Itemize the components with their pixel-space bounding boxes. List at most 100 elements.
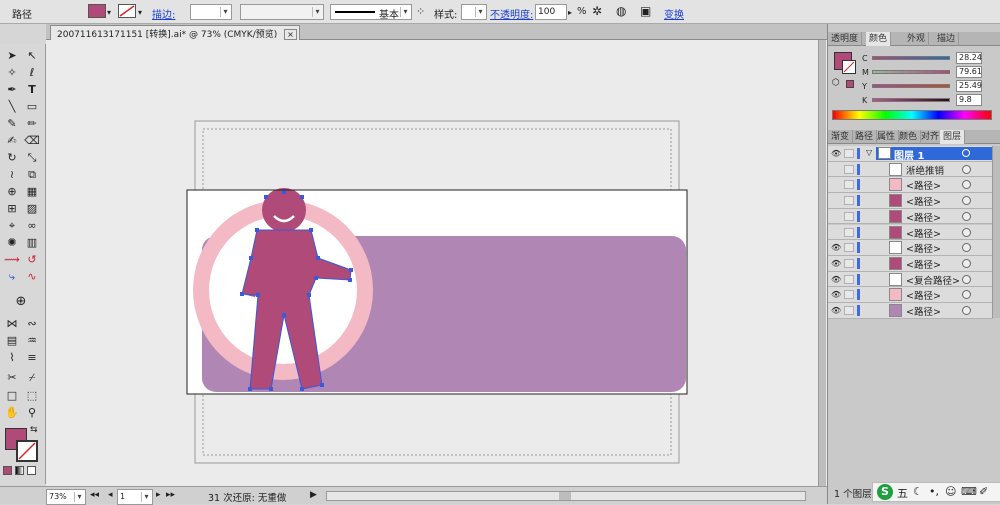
scissors-tool-icon[interactable]: ✂ (3, 370, 21, 386)
target-icon[interactable] (962, 274, 971, 284)
column-graph-tool-icon[interactable]: ▥ (23, 235, 41, 251)
gamut-color-chip[interactable] (846, 80, 854, 88)
first-artboard-icon[interactable]: ◂◂ (90, 490, 99, 500)
eye-icon[interactable]: 👁 (831, 149, 841, 158)
stroke-link[interactable]: 描边: (152, 6, 175, 21)
tab-transparency[interactable]: 透明度 (828, 32, 863, 46)
color-stroke-swatch[interactable] (842, 60, 856, 74)
lock-toggle[interactable] (844, 211, 854, 221)
lock-toggle[interactable] (844, 196, 854, 206)
layer-item-row[interactable]: <路径> (828, 224, 993, 241)
close-tab-icon[interactable]: × (284, 29, 297, 40)
artboard-number-field[interactable]: 1 ▾ (117, 489, 153, 505)
scale-tool-icon[interactable]: ⤡ (23, 150, 41, 166)
smooth-tool-icon[interactable]: ∿ (23, 269, 41, 285)
none-mode-icon[interactable] (27, 466, 36, 475)
lock-toggle[interactable] (844, 149, 854, 158)
brush-definition-dropdown[interactable]: 基本 ▾ (330, 4, 412, 21)
layers-scrollbar[interactable] (992, 146, 1000, 318)
artboard-tool-icon[interactable]: ⋈ (3, 316, 21, 332)
lock-toggle[interactable] (844, 274, 854, 284)
eye-icon[interactable]: 👁 (831, 290, 841, 299)
fill-dropdown-arrow[interactable]: ▾ (107, 8, 111, 17)
magenta-value[interactable]: 79.61 (956, 66, 982, 78)
reshape-tool-icon[interactable]: ↺ (23, 252, 41, 268)
eye-icon[interactable]: 👁 (831, 306, 841, 315)
gradient-mode-icon[interactable] (15, 466, 24, 475)
free-transform-tool-icon[interactable]: ⧉ (23, 167, 41, 183)
selection-tool-icon[interactable]: ➤ (3, 48, 21, 64)
lock-toggle[interactable] (844, 258, 854, 268)
tab-gradient[interactable]: 渐变 (828, 130, 854, 144)
lasso-tool-icon[interactable]: ℓ (23, 65, 41, 81)
layer-item-row[interactable]: 👁 <路径> (828, 255, 993, 272)
mesh-tool-icon[interactable]: ⊞ (3, 201, 21, 217)
sogou-logo-icon[interactable]: S (877, 484, 893, 500)
opacity-dropdown-arrow[interactable]: ▸ (568, 8, 572, 17)
eraser-tool-icon[interactable]: ⌫ (23, 133, 41, 149)
opacity-link[interactable]: 不透明度: (490, 6, 533, 21)
align-tool-icon[interactable]: ≡ (23, 350, 41, 366)
pen-tool-icon[interactable]: ✒ (3, 82, 21, 98)
target-icon[interactable] (962, 290, 971, 300)
layer-item-row[interactable]: <路径> (828, 208, 993, 225)
print-tiling-tool-icon[interactable]: ⬚ (23, 388, 41, 404)
prev-artboard-icon[interactable]: ◂ (108, 490, 113, 500)
swap-fill-stroke-icon[interactable]: ⇆ (30, 425, 38, 435)
line-tool-icon[interactable]: ╲ (3, 99, 21, 115)
paintbrush-tool-icon[interactable]: ✎ (3, 116, 21, 132)
width-tool-icon[interactable]: ⟿ (3, 252, 21, 268)
lock-toggle[interactable] (844, 227, 854, 237)
layer-item-row[interactable]: 👁 <路径> (828, 303, 993, 319)
next-artboard-icon[interactable]: ▸ (156, 490, 161, 500)
target-icon[interactable] (962, 196, 971, 206)
rotate-tool-icon[interactable]: ↻ (3, 150, 21, 166)
eye-icon[interactable]: 👁 (831, 259, 841, 268)
layer-item-row[interactable]: <路径> (828, 177, 993, 194)
stroke-weight-field[interactable]: ▾ (190, 4, 232, 20)
lock-toggle[interactable] (844, 290, 854, 300)
wrench-icon[interactable]: ✐ (979, 485, 988, 498)
document-tab[interactable]: 200711613171151 [转换].ai* @ 73% (CMYK/预览)… (50, 25, 300, 40)
symbol-sprayer-tool-icon[interactable]: ✺ (3, 235, 21, 251)
warp-tool-icon[interactable]: ≀ (3, 167, 21, 183)
yellow-value[interactable]: 25.49 (956, 80, 982, 92)
eye-icon[interactable]: 👁 (831, 275, 841, 284)
lock-toggle[interactable] (844, 243, 854, 253)
target-icon[interactable] (962, 211, 971, 221)
type-tool-icon[interactable]: T (23, 82, 41, 98)
perspective-grid-tool-icon[interactable]: ▦ (23, 184, 41, 200)
ime-mode[interactable]: 五 (897, 485, 908, 501)
out-of-gamut-icon[interactable]: ⬡ (832, 78, 840, 88)
tab-stroke[interactable]: 描边 (934, 32, 960, 46)
layer-target-icon[interactable] (962, 149, 970, 157)
variable-width-profile[interactable]: ▾ (240, 4, 324, 20)
blend-tool-icon[interactable]: ∞ (23, 218, 41, 234)
moon-icon[interactable]: ☾ (913, 485, 923, 498)
magenta-slider[interactable] (872, 70, 950, 74)
canvas-horizontal-scrollbar[interactable] (326, 491, 806, 501)
direct-selection-tool-icon[interactable]: ↖ (23, 48, 41, 64)
target-icon[interactable] (962, 306, 971, 315)
eye-icon[interactable]: 👁 (831, 243, 841, 252)
layer-item-row[interactable]: 👁 <路径> (828, 287, 993, 303)
layer-item-row[interactable]: 淅绝推销 (828, 161, 993, 178)
punctuation-icon[interactable]: •, (929, 485, 939, 498)
keyboard-icon[interactable]: ⌨ (961, 485, 977, 498)
pencil-tool-icon[interactable]: ✏ (23, 116, 41, 132)
lock-toggle[interactable] (844, 180, 854, 190)
select-similar-icon[interactable]: ▣ (640, 4, 651, 18)
magic-wand-tool-icon[interactable]: ✧ (3, 65, 21, 81)
crosshair-tool-icon[interactable]: ⊕ (12, 294, 30, 310)
crop-tool-icon[interactable]: □ (3, 388, 21, 404)
tab-appearance[interactable]: 外观 (904, 32, 930, 46)
style-dropdown[interactable]: ▾ (461, 4, 487, 20)
chart-tool-icon[interactable]: ▤ (3, 333, 21, 349)
eye-icon[interactable] (831, 212, 841, 221)
tab-layers[interactable]: 图层 (940, 130, 966, 144)
eye-icon[interactable] (831, 196, 841, 205)
color-mode-icon[interactable] (3, 466, 12, 475)
target-icon[interactable] (962, 180, 971, 190)
emoji-icon[interactable]: ☺ (945, 485, 956, 498)
target-icon[interactable] (962, 227, 971, 237)
